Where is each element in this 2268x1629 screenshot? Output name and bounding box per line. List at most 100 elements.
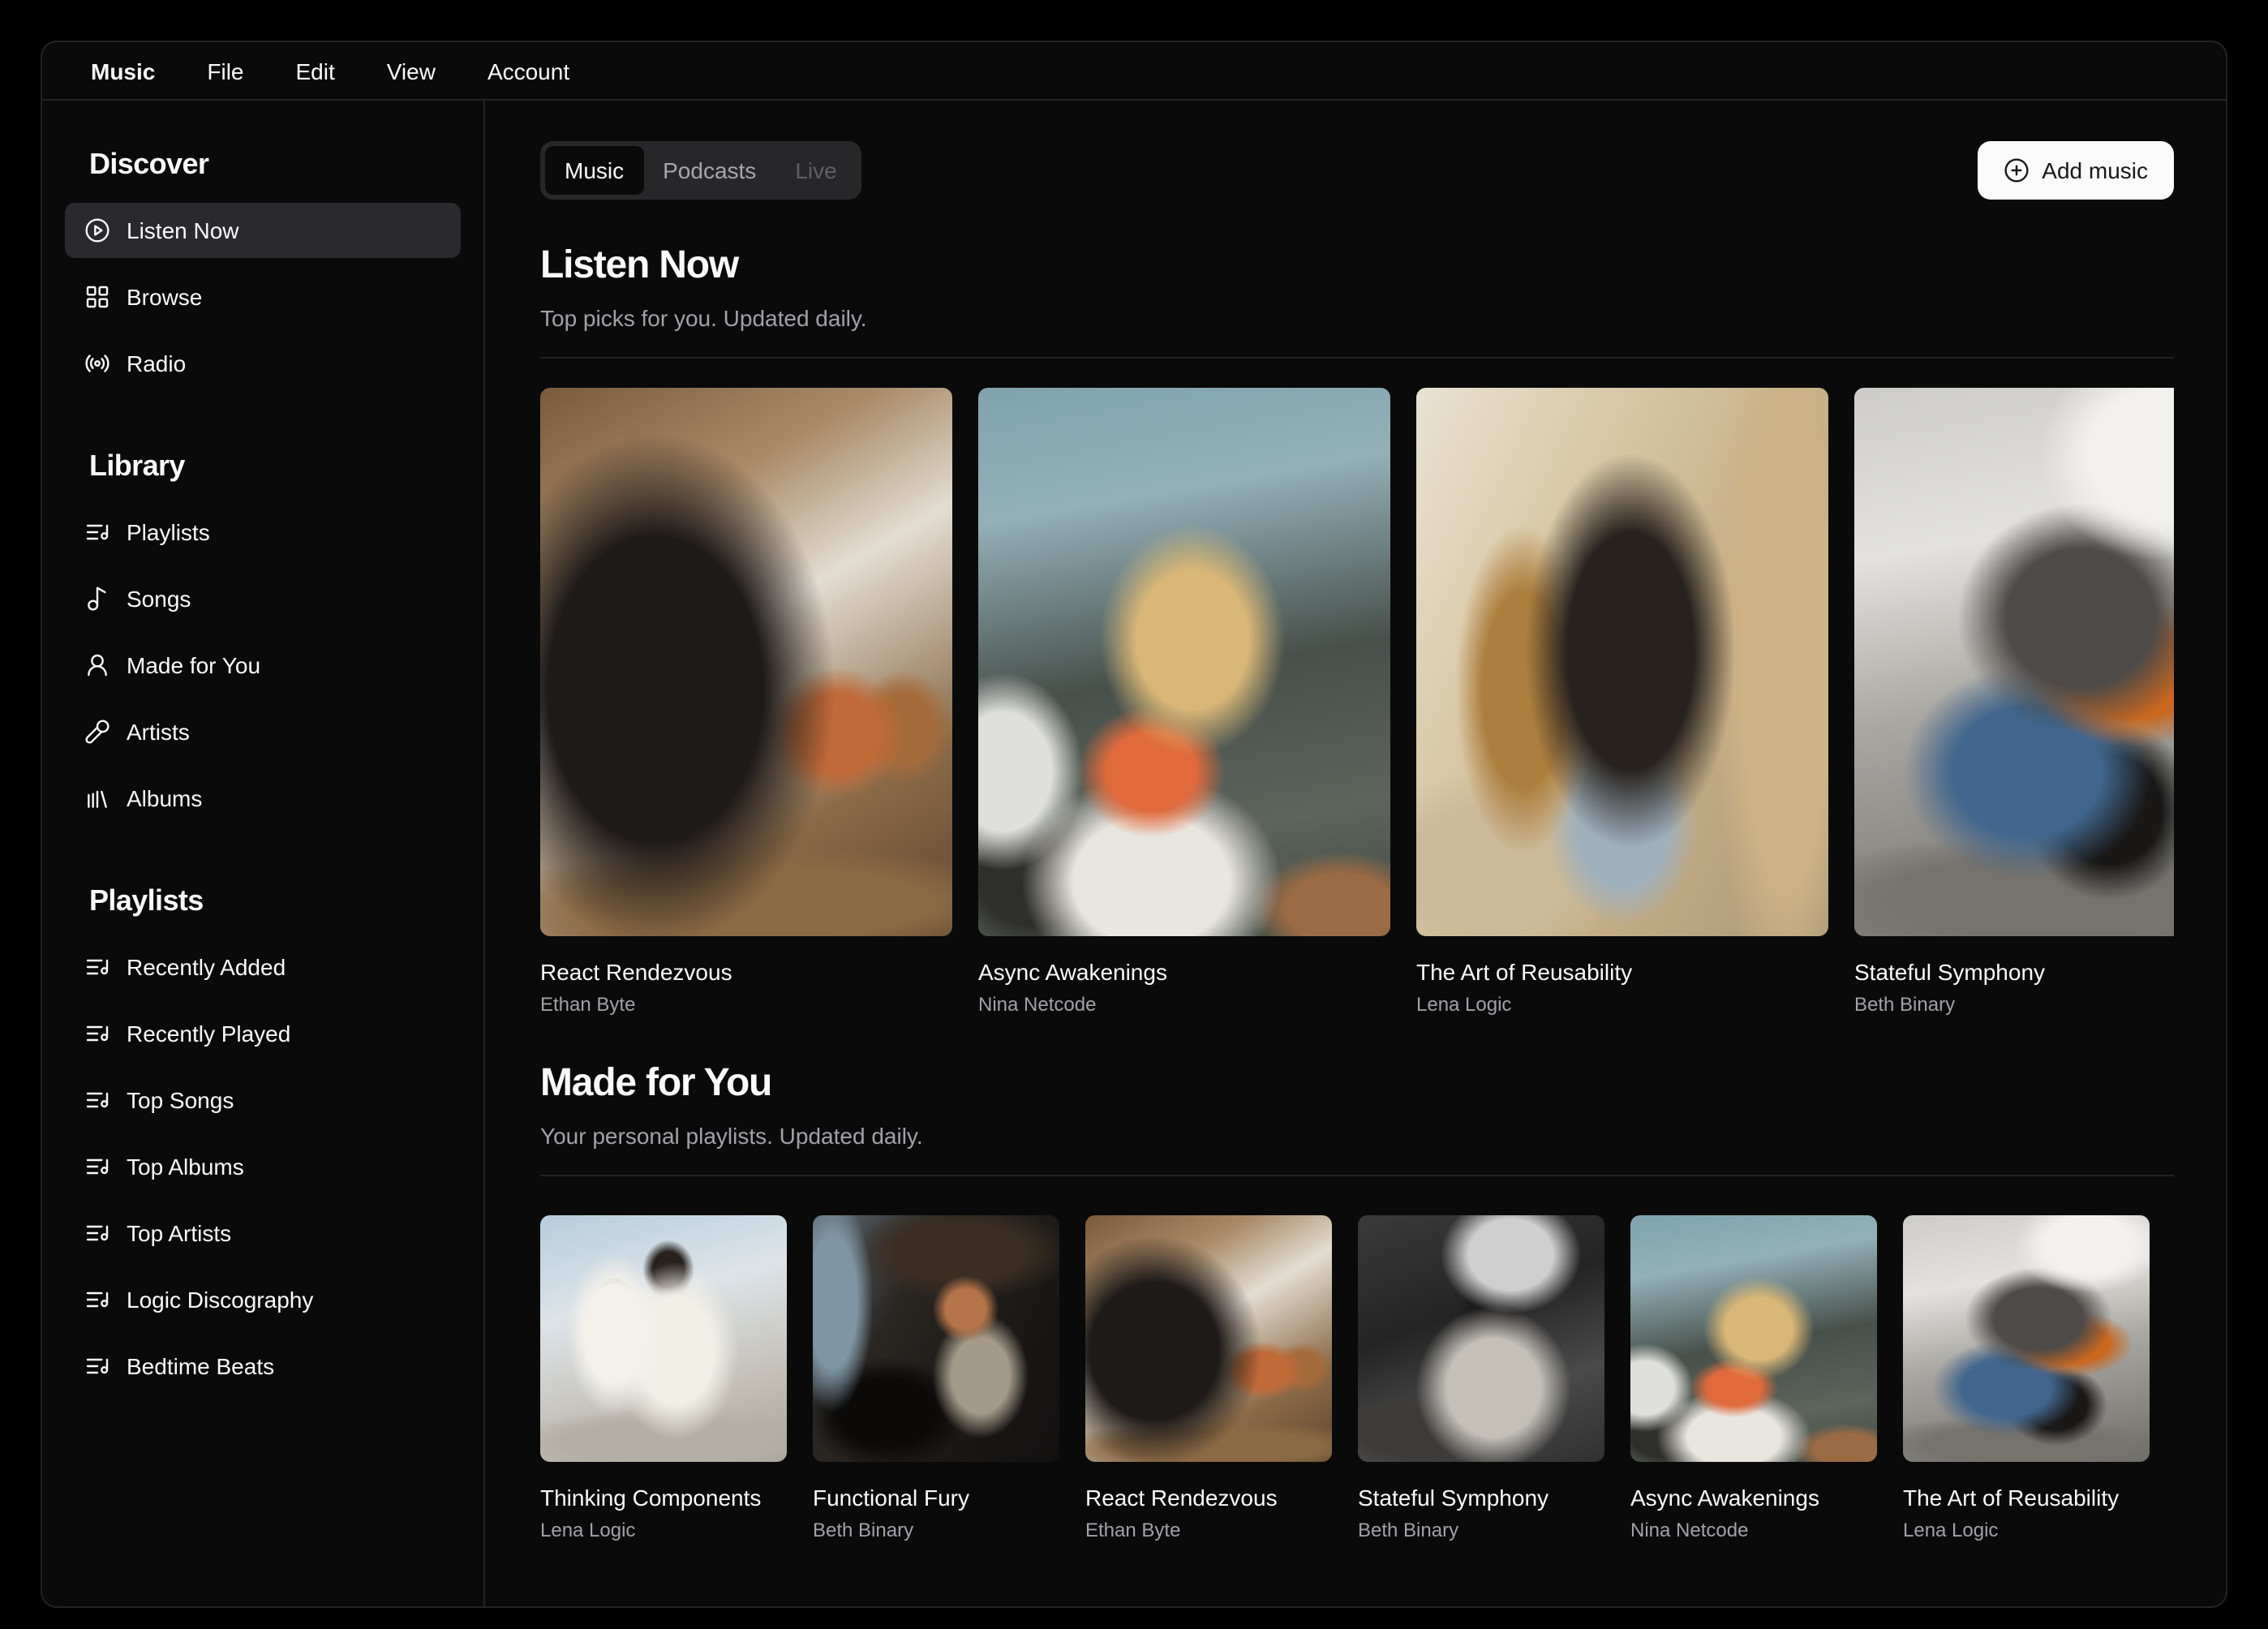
sidebar-item-top-artists[interactable]: Top Artists xyxy=(65,1206,461,1261)
list-music-icon xyxy=(84,1353,110,1379)
separator xyxy=(540,1175,2174,1176)
sidebar-item-label: Artists xyxy=(127,720,190,743)
user-round-icon xyxy=(84,652,110,678)
album-card-the-art-of-reusability[interactable]: The Art of ReusabilityLena Logic xyxy=(1416,388,1828,1017)
list-music-icon xyxy=(84,1287,110,1313)
main-content: MusicPodcastsLive Add music Listen Now To… xyxy=(485,101,2226,1606)
album-artist: Lena Logic xyxy=(540,1517,787,1543)
album-card-functional-fury[interactable]: Functional Fury Beth Binary xyxy=(813,1215,1059,1543)
album-card-react-rendezvous[interactable]: React RendezvousEthan Byte xyxy=(1085,1215,1332,1543)
album-title: Stateful Symphony xyxy=(1358,1483,1604,1512)
app-window: Music File Edit View Account Discover Listen … xyxy=(41,41,2227,1608)
album-card-stateful-symphony[interactable]: Stateful SymphonyBeth Binary xyxy=(1854,388,2174,1017)
section-subtitle: Top picks for you. Updated daily. xyxy=(540,302,2174,334)
circle-play-icon xyxy=(84,217,110,243)
menu-view[interactable]: View xyxy=(367,49,455,92)
toolbar: MusicPodcastsLive Add music xyxy=(540,141,2174,200)
sidebar-item-label: Browse xyxy=(127,286,202,308)
sidebar-item-recently-played[interactable]: Recently Played xyxy=(65,1006,461,1061)
album-title: Functional Fury xyxy=(813,1483,1059,1512)
sidebar-item-browse[interactable]: Browse xyxy=(65,269,461,325)
tab-podcasts[interactable]: Podcasts xyxy=(643,146,775,195)
page-background: Music File Edit View Account Discover Listen … xyxy=(0,0,2268,1629)
album-art[interactable] xyxy=(1358,1215,1604,1462)
album-art[interactable] xyxy=(978,388,1390,936)
album-art[interactable] xyxy=(1416,388,1828,936)
sidebar-item-recently-added[interactable]: Recently Added xyxy=(65,939,461,995)
cards-row: React Rendezvous Ethan Byte Async Awakenin… xyxy=(540,388,2174,1017)
section-title: Made for You xyxy=(540,1058,2174,1110)
album-artist: Ethan Byte xyxy=(540,991,952,1017)
album-card-stateful-symphony[interactable]: Stateful Symphony Beth Binary xyxy=(1358,1215,1604,1543)
menu-account[interactable]: Account xyxy=(468,49,589,92)
sidebar-item-bedtime-beats[interactable]: Bedtime Beats xyxy=(65,1339,461,1394)
album-artist: Nina Netcode xyxy=(978,991,1390,1017)
add-music-button[interactable]: Add music xyxy=(1977,141,2174,200)
album-artist: Beth Binary xyxy=(813,1517,1059,1543)
menu-music[interactable]: Music xyxy=(71,49,174,92)
sidebar-item-artists[interactable]: Artists xyxy=(65,704,461,759)
sidebar-item-made-for-you[interactable]: Made for You xyxy=(65,638,461,693)
sidebar-item-top-albums[interactable]: Top Albums xyxy=(65,1139,461,1194)
section-made-for-you: Made for YouYour personal playlists. Upd… xyxy=(540,1058,2174,1543)
sidebar-item-radio[interactable]: Radio xyxy=(65,336,461,391)
circle-plus-icon xyxy=(2003,157,2029,183)
list-music-icon xyxy=(84,1087,110,1113)
album-card-react-rendezvous[interactable]: React Rendezvous Ethan Byte xyxy=(540,388,952,1017)
sidebar-section-playlists: Playlists Recently Added Recently Played To… xyxy=(65,878,461,1394)
album-title: Async Awakenings xyxy=(1630,1483,1877,1512)
album-title: Async Awakenings xyxy=(978,957,1390,986)
album-card-the-art-of-reusability[interactable]: The Art of ReusabilityLena Logic xyxy=(1903,1215,2150,1543)
album-art[interactable] xyxy=(813,1215,1059,1462)
album-card-async-awakenings[interactable]: Async AwakeningsNina Netcode xyxy=(1630,1215,1877,1543)
sidebar-item-logic-discography[interactable]: Logic Discography xyxy=(65,1272,461,1327)
sidebar-item-songs[interactable]: Songs xyxy=(65,571,461,626)
album-title: The Art of Reusability xyxy=(1416,957,1828,986)
sidebar-item-top-songs[interactable]: Top Songs xyxy=(65,1072,461,1128)
sidebar-section-library: LibraryPlaylistsSongsMade for YouArtists… xyxy=(65,443,461,826)
album-artist: Beth Binary xyxy=(1854,991,2174,1017)
album-art[interactable] xyxy=(1854,388,2174,936)
sidebar-item-label: Top Albums xyxy=(127,1155,244,1178)
album-art[interactable] xyxy=(540,1215,787,1462)
album-art[interactable] xyxy=(1085,1215,1332,1462)
album-artist: Beth Binary xyxy=(1358,1517,1604,1543)
sidebar-section-title: Discover xyxy=(65,141,461,187)
album-card-thinking-components[interactable]: Thinking ComponentsLena Logic xyxy=(540,1215,787,1543)
sidebar-section-title: Playlists xyxy=(65,878,461,923)
radio-icon xyxy=(84,350,110,376)
sidebar-item-list: Recently Added Recently Played Top Songs To… xyxy=(65,939,461,1394)
sidebar-item-label: Top Songs xyxy=(127,1089,234,1111)
section-title: Listen Now xyxy=(540,240,2174,292)
sidebar-item-albums[interactable]: Albums xyxy=(65,771,461,826)
tab-live: Live xyxy=(775,146,856,195)
sidebar-item-label: Playlists xyxy=(127,521,210,544)
menu-file[interactable]: File xyxy=(187,49,263,92)
tabs-list: MusicPodcastsLive xyxy=(540,141,861,200)
album-art[interactable] xyxy=(540,388,952,936)
list-music-icon xyxy=(84,1220,110,1246)
music-icon xyxy=(84,586,110,612)
sidebar-item-label: Radio xyxy=(127,352,186,375)
list-music-icon xyxy=(84,954,110,980)
menubar: Music File Edit View Account xyxy=(42,42,2226,101)
sidebar-item-label: Songs xyxy=(127,587,191,610)
album-art[interactable] xyxy=(1903,1215,2150,1462)
sidebar-item-label: Made for You xyxy=(127,654,260,677)
sidebar-item-label: Top Artists xyxy=(127,1222,231,1244)
sidebar-item-label: Recently Played xyxy=(127,1022,290,1045)
album-card-async-awakenings[interactable]: Async Awakenings Nina Netcode xyxy=(978,388,1390,1017)
sidebar-item-list: Playlists Songs Made for You Artists Albums xyxy=(65,505,461,826)
sidebar-item-listen-now[interactable]: Listen Now xyxy=(65,203,461,258)
app-body: DiscoverListen NowBrowseRadioLibraryPlay… xyxy=(42,101,2226,1606)
album-title: React Rendezvous xyxy=(540,957,952,986)
circle-plus-icon xyxy=(2003,157,2029,183)
album-art[interactable] xyxy=(1630,1215,1877,1462)
sidebar-item-label: Albums xyxy=(127,787,202,810)
sidebar-item-label: Logic Discography xyxy=(127,1288,313,1311)
menu-edit[interactable]: Edit xyxy=(277,49,354,92)
list-music-icon xyxy=(84,519,110,545)
album-artist: Lena Logic xyxy=(1903,1517,2150,1543)
tab-music[interactable]: Music xyxy=(545,146,643,195)
sidebar-item-playlists[interactable]: Playlists xyxy=(65,505,461,560)
